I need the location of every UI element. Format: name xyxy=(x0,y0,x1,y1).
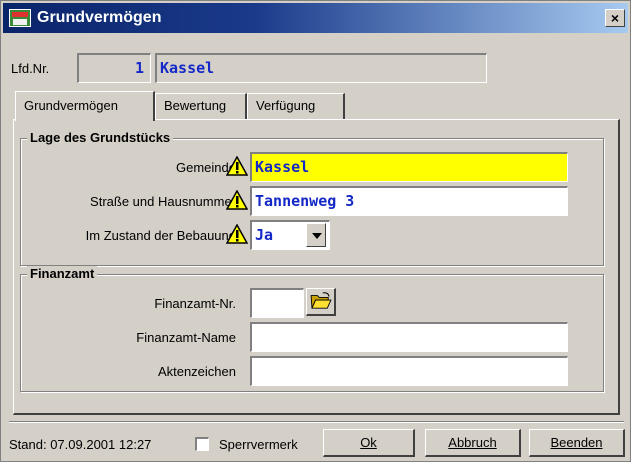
warning-icon xyxy=(226,224,248,244)
ok-button[interactable]: Ok xyxy=(323,429,415,457)
warning-icon xyxy=(226,156,248,176)
sperrvermerk-label: Sperrvermerk xyxy=(219,437,298,452)
folder-open-icon xyxy=(310,292,332,309)
finanzamt-group-title: Finanzamt xyxy=(27,266,98,281)
title-bar[interactable]: Grundvermögen × xyxy=(3,3,628,33)
record-name-field: Kassel xyxy=(155,53,487,83)
footer-divider xyxy=(9,421,624,423)
finanzamt-nr-input[interactable] xyxy=(250,288,304,318)
finanzamt-name-input[interactable] xyxy=(250,322,568,352)
app-icon xyxy=(9,9,31,27)
aktenzeichen-input[interactable] xyxy=(250,356,568,386)
zustand-label: Im Zustand der Bebauung xyxy=(85,228,236,243)
finanzamt-nr-label: Finanzamt-Nr. xyxy=(154,296,236,311)
lfd-nr-label: Lfd.Nr. xyxy=(11,61,50,76)
warning-icon xyxy=(226,190,248,210)
window-title: Grundvermögen xyxy=(37,9,162,26)
close-button[interactable]: × xyxy=(605,9,625,27)
strasse-label: Straße und Hausnummer xyxy=(90,194,236,209)
tab-grundvermoegen[interactable]: Grundvermögen xyxy=(15,91,155,121)
tab-verfuegung[interactable]: Verfügung xyxy=(247,93,345,119)
abbruch-button-label: Abbruch xyxy=(448,435,497,450)
lfd-nr-field: 1 xyxy=(77,53,151,83)
abbruch-button[interactable]: Abbruch xyxy=(425,429,521,457)
aktenzeichen-label: Aktenzeichen xyxy=(157,364,236,379)
finanzamt-name-label: Finanzamt-Name xyxy=(136,330,236,345)
tab-panel: Lage des Grundstücks Gemeinde Kassel Str… xyxy=(13,119,620,415)
lage-group-title: Lage des Grundstücks xyxy=(27,130,174,145)
beenden-button[interactable]: Beenden xyxy=(529,429,625,457)
chevron-down-icon[interactable] xyxy=(306,223,326,247)
stand-text: Stand: 07.09.2001 12:27 xyxy=(9,437,152,452)
strasse-input[interactable]: Tannenweg 3 xyxy=(250,186,568,216)
gemeinde-input[interactable]: Kassel xyxy=(250,152,568,182)
tab-bewertung[interactable]: Bewertung xyxy=(155,93,247,119)
beenden-button-label: Beenden xyxy=(550,435,603,450)
folder-open-button[interactable] xyxy=(306,288,336,316)
ok-button-label: Ok xyxy=(360,435,377,450)
sperrvermerk-checkbox[interactable] xyxy=(195,437,209,451)
dialog-window: Grundvermögen × Lfd.Nr. 1 Kassel Grundve… xyxy=(0,0,631,462)
